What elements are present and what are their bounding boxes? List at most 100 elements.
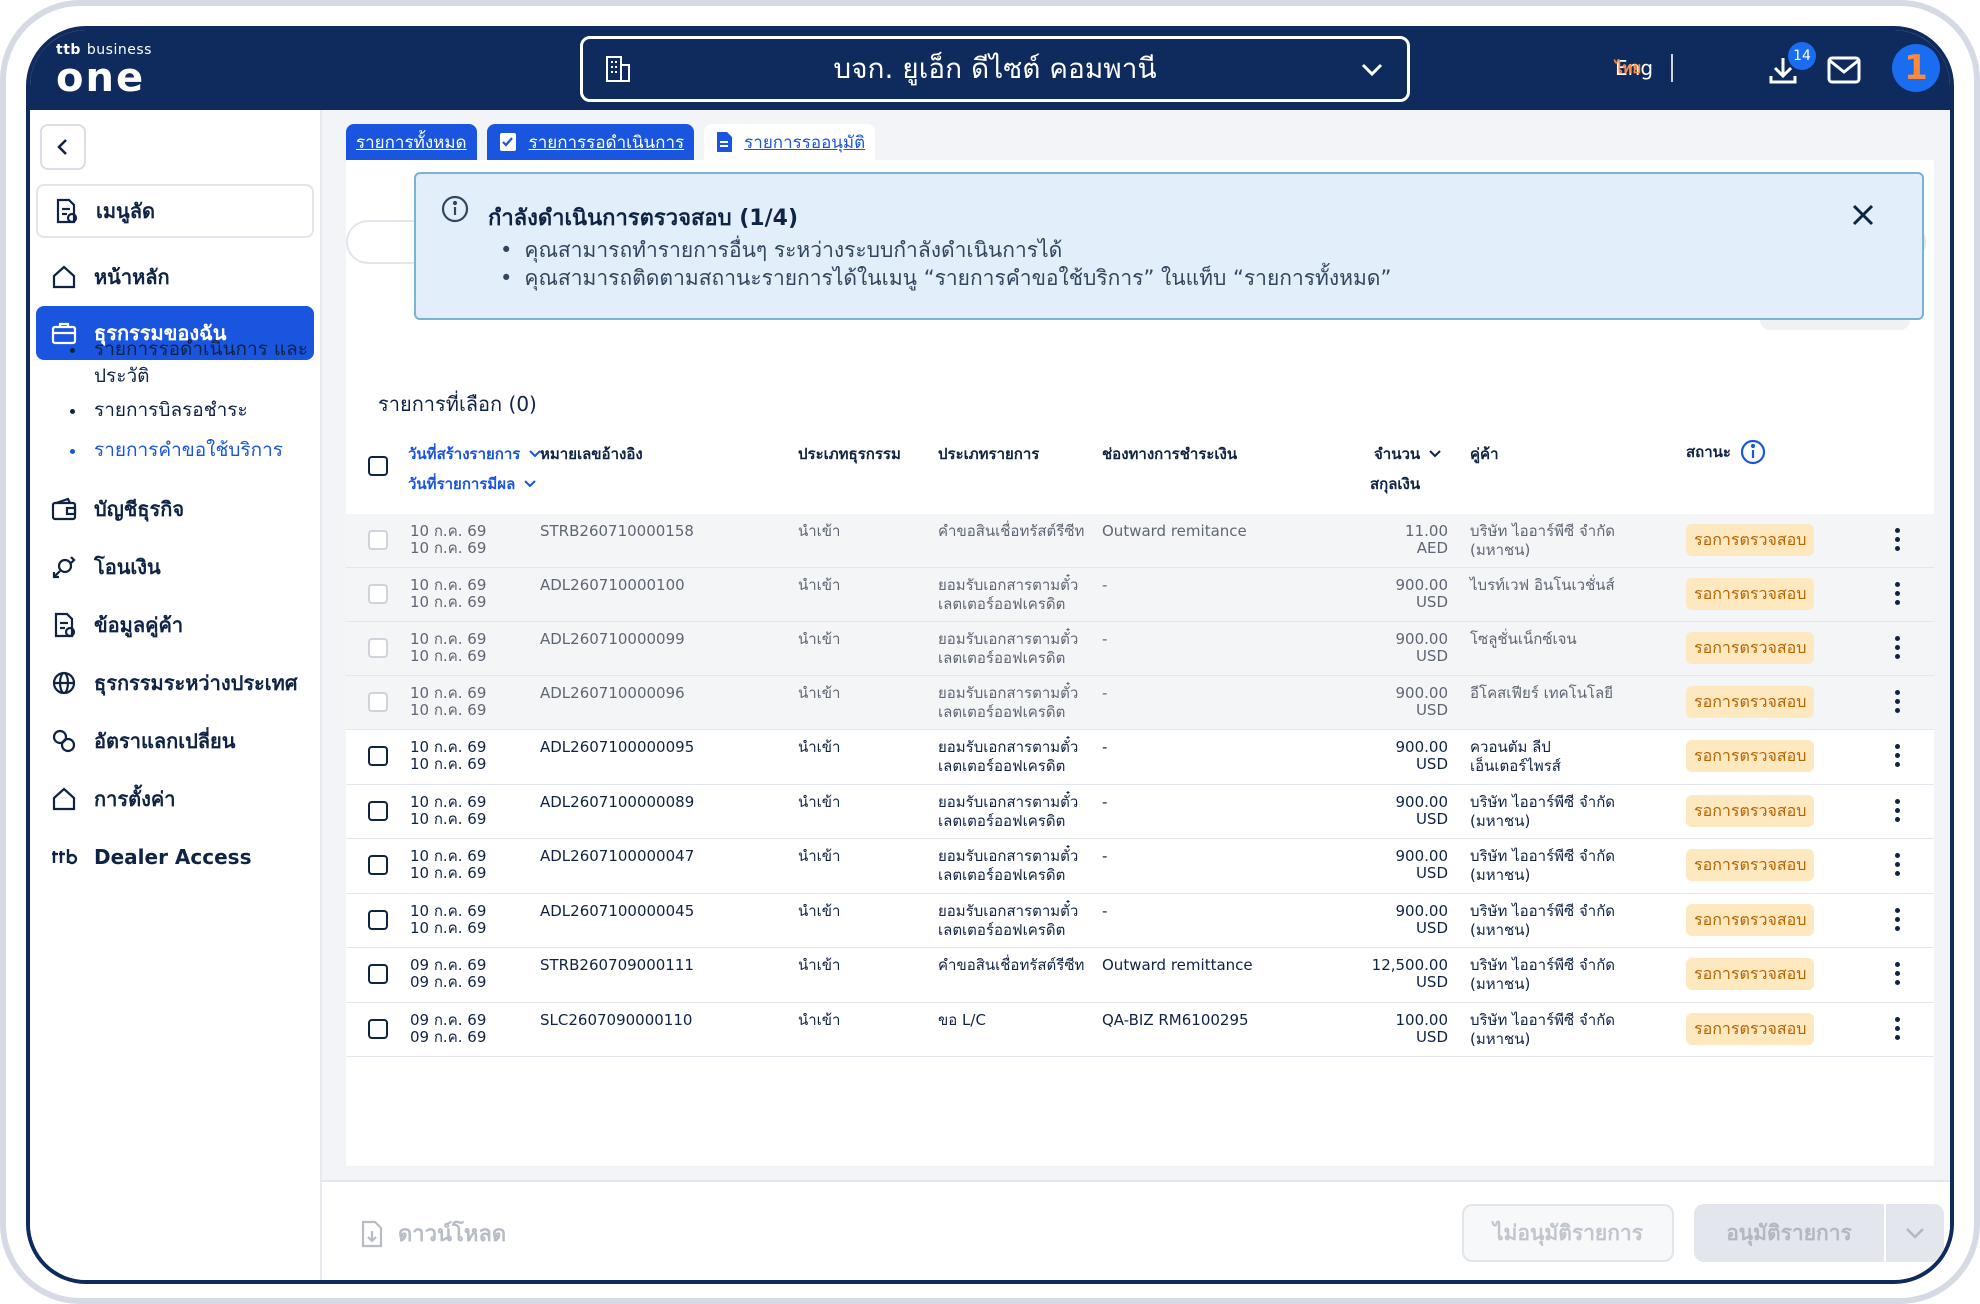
more-options-icon[interactable] <box>1894 962 1900 986</box>
tab-label: รายการรออนุมัติ <box>744 132 866 153</box>
sidebar-item-exchange-rate[interactable]: อัตราแลกเปลี่ยน <box>36 714 314 768</box>
tab-pending[interactable]: รายการรอดำเนินการ <box>486 124 695 160</box>
sidebar-item-international[interactable]: ธุรกรรมระหว่างประเทศ <box>36 656 314 710</box>
table-row[interactable]: 10 ก.ค. 69 10 ก.ค. 69 ADL260710000096 นำเข้… <box>346 676 1934 730</box>
ref-number: ADL2607100000047 <box>540 847 695 865</box>
currency: USD <box>1415 593 1448 611</box>
item-type-line2: เลตเตอร์ออฟเครดิต <box>938 649 1066 667</box>
item-type-line2: เลตเตอร์ออฟเครดิต <box>938 920 1066 939</box>
tab-all[interactable]: รายการทั้งหมด <box>346 124 477 160</box>
company-selector[interactable]: บจก. ยูเอ็ก ดีไซต์ คอมพานี <box>580 36 1410 102</box>
item-type: ยอมรับเอกสารตามตั๋ว <box>938 792 1079 811</box>
collapse-sidebar-button[interactable] <box>40 124 86 170</box>
partner-name-line2: (มหาชน) <box>1470 541 1531 559</box>
table-row[interactable]: 10 ก.ค. 69 10 ก.ค. 69 STRB260710000158 นำเข… <box>346 514 1934 568</box>
item-type-line2: เลตเตอร์ออฟเครดิต <box>938 866 1066 884</box>
header-currency: สกุลเงิน <box>1370 475 1421 493</box>
more-options-icon[interactable] <box>1894 853 1900 877</box>
app-screen: ttb business one บจก. ยูเอ็ก ดีไซต์ คอมพา… <box>26 26 1954 1284</box>
info-icon[interactable] <box>1739 438 1767 466</box>
header-partner: คู่ค้า <box>1470 445 1499 463</box>
more-options-icon[interactable] <box>1894 744 1900 768</box>
partner-name: บริษัท ไออาร์พีซี จำกัด <box>1470 792 1616 811</box>
lang-thai[interactable]: ไทย <box>1615 56 1641 80</box>
more-options-icon[interactable] <box>1894 798 1900 823</box>
action-footer: ดาวน์โหลด ไม่อนุมัติรายการ อนุมัติรายการ <box>322 1180 1950 1280</box>
row-checkbox[interactable] <box>368 964 388 984</box>
row-checkbox[interactable] <box>368 692 388 712</box>
item-type-line2: เลตเตอร์ออฟเครดิต <box>938 595 1066 613</box>
checklist-icon <box>499 133 516 151</box>
sidebar-item-shortcut[interactable]: เมนูลัด <box>36 184 314 238</box>
sort-created-date[interactable]: วันที่สร้างรายการ <box>408 442 542 466</box>
reject-button[interactable]: ไม่อนุมัติรายการ <box>1462 1204 1674 1262</box>
sidebar-item-dealer-access[interactable]: Dealer Access <box>36 830 314 884</box>
row-checkbox[interactable] <box>368 584 388 604</box>
chevron-down-icon <box>1361 63 1383 77</box>
shortcut-doc-icon <box>56 198 78 224</box>
txn-type: นำเข้า <box>798 901 841 920</box>
ref-number: ADL260710000099 <box>540 630 685 648</box>
payment-channel: - <box>1102 792 1108 811</box>
ref-number: ADL260710000096 <box>540 684 685 702</box>
more-options-icon[interactable] <box>1894 1016 1900 1041</box>
sort-amount[interactable]: จำนวน <box>1374 442 1442 466</box>
item-type: ยอมรับเอกสารตามตั๋ว <box>938 684 1079 702</box>
table-row[interactable]: 10 ก.ค. 69 10 ก.ค. 69 ADL2607100000047 นำเข… <box>346 839 1934 894</box>
table-row[interactable]: 10 ก.ค. 69 10 ก.ค. 69 ADL260710000100 นำเข้… <box>346 568 1934 622</box>
table-row[interactable]: 10 ก.ค. 69 10 ก.ค. 69 ADL260710000099 นำเข้… <box>346 622 1934 676</box>
more-options-icon[interactable] <box>1894 582 1900 606</box>
row-checkbox[interactable] <box>368 909 388 930</box>
avatar[interactable]: 1 <box>1892 44 1940 92</box>
effective-date: 10 ก.ค. 69 <box>410 918 487 937</box>
effective-date: 10 ก.ค. 69 <box>410 539 487 557</box>
sidebar-item-settings[interactable]: การตั้งค่า <box>36 772 314 826</box>
sidebar-item-partner-info[interactable]: ข้อมูลคู่ค้า <box>36 598 314 652</box>
row-checkbox[interactable] <box>368 746 388 766</box>
txn-type: นำเข้า <box>798 847 841 865</box>
more-options-icon[interactable] <box>1894 528 1900 552</box>
ref-number: STRB260710000158 <box>540 522 694 540</box>
approve-label: อนุมัติรายการ <box>1726 1220 1852 1245</box>
app-logo[interactable]: ttb business one <box>56 42 152 98</box>
toast-line: คุณสามารถทำรายการอื่นๆ ระหว่างระบบกำลังด… <box>500 236 1391 264</box>
sidebar-item-transfer[interactable]: โอนเงิน <box>36 540 314 594</box>
header-channel: ช่องทางการชำระเงิน <box>1102 445 1238 463</box>
sidebar-item-home[interactable]: หน้าหลัก <box>36 250 314 304</box>
row-checkbox[interactable] <box>368 530 388 550</box>
row-checkbox[interactable] <box>368 855 388 875</box>
sidebar-subitem-pending-history[interactable]: รายการรอดำเนินการ และประวัติ <box>70 336 310 390</box>
sidebar-item-label: ธุรกรรมระหว่างประเทศ <box>94 671 298 695</box>
ref-number: ADL260710000100 <box>540 576 685 594</box>
close-icon[interactable] <box>1848 200 1878 230</box>
payment-channel: Outward remittance <box>1102 956 1253 974</box>
row-checkbox[interactable] <box>368 800 388 821</box>
sidebar-subitem-service-requests[interactable]: รายการคำขอใช้บริการ <box>70 437 310 464</box>
tab-label: รายการรอดำเนินการ <box>528 132 685 153</box>
language-switch: Eng ไทย <box>1615 54 1674 82</box>
download-button[interactable]: ดาวน์โหลด <box>360 1216 506 1251</box>
more-options-icon[interactable] <box>1894 636 1900 660</box>
approve-options-toggle[interactable] <box>1886 1226 1944 1240</box>
approve-button[interactable]: อนุมัติรายการ <box>1694 1204 1944 1262</box>
sort-effective-date[interactable]: วันที่รายการมีผล <box>408 472 537 496</box>
status-badge: รอการตรวจสอบ <box>1686 686 1815 718</box>
partner-name: บริษัท ไออาร์พีซี จำกัด <box>1470 847 1616 865</box>
tab-approve[interactable]: รายการรออนุมัติ <box>704 124 876 160</box>
currency: AED <box>1416 539 1448 557</box>
sidebar-subitem-bills[interactable]: รายการบิลรอชำระ <box>70 397 310 424</box>
table-row[interactable]: 10 ก.ค. 69 10 ก.ค. 69 ADL2607100000089 นำเข… <box>346 785 1934 839</box>
table-row[interactable]: 10 ก.ค. 69 10 ก.ค. 69 ADL2607100000045 นำเข… <box>346 894 1934 948</box>
table-row[interactable]: 10 ก.ค. 69 10 ก.ค. 69 ADL2607100000095 นำเข… <box>346 730 1934 785</box>
more-options-icon[interactable] <box>1894 907 1900 932</box>
table-row[interactable]: 09 ก.ค. 69 09 ก.ค. 69 STRB260709000111 นำเข… <box>346 948 1934 1003</box>
more-options-icon[interactable] <box>1894 690 1900 714</box>
row-checkbox[interactable] <box>368 1018 388 1039</box>
globe-icon <box>52 671 76 695</box>
sidebar-item-business-account[interactable]: บัญชีธุรกิจ <box>36 482 314 536</box>
row-checkbox[interactable] <box>368 638 388 658</box>
mail-icon[interactable] <box>1826 54 1862 86</box>
header-item-type: ประเภทรายการ <box>938 445 1040 463</box>
table-row[interactable]: 09 ก.ค. 69 09 ก.ค. 69 SLC2607090000110 นำเข… <box>346 1003 1934 1057</box>
select-all-checkbox[interactable] <box>368 456 388 476</box>
